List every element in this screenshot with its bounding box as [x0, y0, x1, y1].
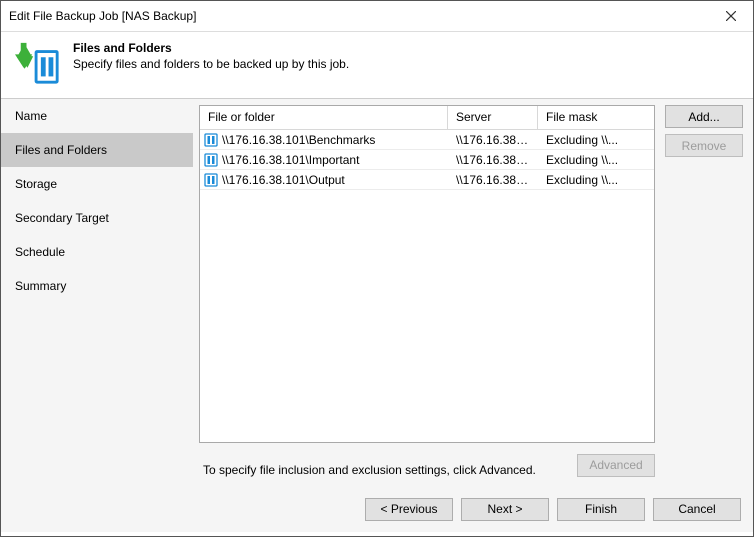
sidebar-item-name[interactable]: Name [1, 99, 193, 133]
page-header: Files and Folders Specify files and fold… [1, 32, 753, 99]
cell-server: \\176.16.38.1... [448, 131, 538, 149]
files-table: File or folder Server File mask \\176.16… [199, 105, 655, 443]
cell-path: \\176.16.38.101\Benchmarks [222, 133, 375, 147]
cell-path: \\176.16.38.101\Output [222, 173, 345, 187]
column-header-path[interactable]: File or folder [200, 106, 448, 129]
next-button[interactable]: Next > [461, 498, 549, 521]
cell-server: \\176.16.38.1... [448, 151, 538, 169]
nas-share-icon [204, 173, 218, 187]
files-folders-icon [15, 40, 61, 86]
wizard-body: Name Files and Folders Storage Secondary… [1, 99, 753, 486]
nas-share-icon [204, 153, 218, 167]
cell-mask: Excluding \\... [538, 171, 654, 189]
sidebar-item-schedule[interactable]: Schedule [1, 235, 193, 269]
advanced-button[interactable]: Advanced [577, 454, 655, 477]
finish-button[interactable]: Finish [557, 498, 645, 521]
cell-mask: Excluding \\... [538, 131, 654, 149]
table-header: File or folder Server File mask [200, 106, 654, 130]
title-bar: Edit File Backup Job [NAS Backup] [1, 1, 753, 32]
nas-share-icon [204, 133, 218, 147]
wizard-steps-sidebar: Name Files and Folders Storage Secondary… [1, 99, 193, 486]
sidebar-item-storage[interactable]: Storage [1, 167, 193, 201]
close-icon [726, 11, 736, 21]
cell-mask: Excluding \\... [538, 151, 654, 169]
previous-button[interactable]: < Previous [365, 498, 453, 521]
table-row[interactable]: \\176.16.38.101\Benchmarks \\176.16.38.1.… [200, 130, 654, 150]
header-subtitle: Specify files and folders to be backed u… [73, 57, 349, 71]
sidebar-item-files-and-folders[interactable]: Files and Folders [1, 133, 193, 167]
remove-button[interactable]: Remove [665, 134, 743, 157]
wizard-footer: < Previous Next > Finish Cancel [1, 486, 753, 532]
sidebar-item-secondary-target[interactable]: Secondary Target [1, 201, 193, 235]
side-buttons: Add... Remove [665, 105, 743, 480]
hint-text: To specify file inclusion and exclusion … [201, 453, 538, 477]
column-header-mask[interactable]: File mask [538, 106, 654, 129]
sidebar-item-summary[interactable]: Summary [1, 269, 193, 303]
cell-server: \\176.16.38.1... [448, 171, 538, 189]
cancel-button[interactable]: Cancel [653, 498, 741, 521]
window-title: Edit File Backup Job [NAS Backup] [9, 9, 708, 23]
add-button[interactable]: Add... [665, 105, 743, 128]
content-area: File or folder Server File mask \\176.16… [193, 99, 753, 486]
header-title: Files and Folders [73, 41, 349, 55]
column-header-server[interactable]: Server [448, 106, 538, 129]
cell-path: \\176.16.38.101\Important [222, 153, 359, 167]
table-row[interactable]: \\176.16.38.101\Important \\176.16.38.1..… [200, 150, 654, 170]
close-button[interactable] [708, 1, 753, 31]
table-row[interactable]: \\176.16.38.101\Output \\176.16.38.1...Ex… [200, 170, 654, 190]
